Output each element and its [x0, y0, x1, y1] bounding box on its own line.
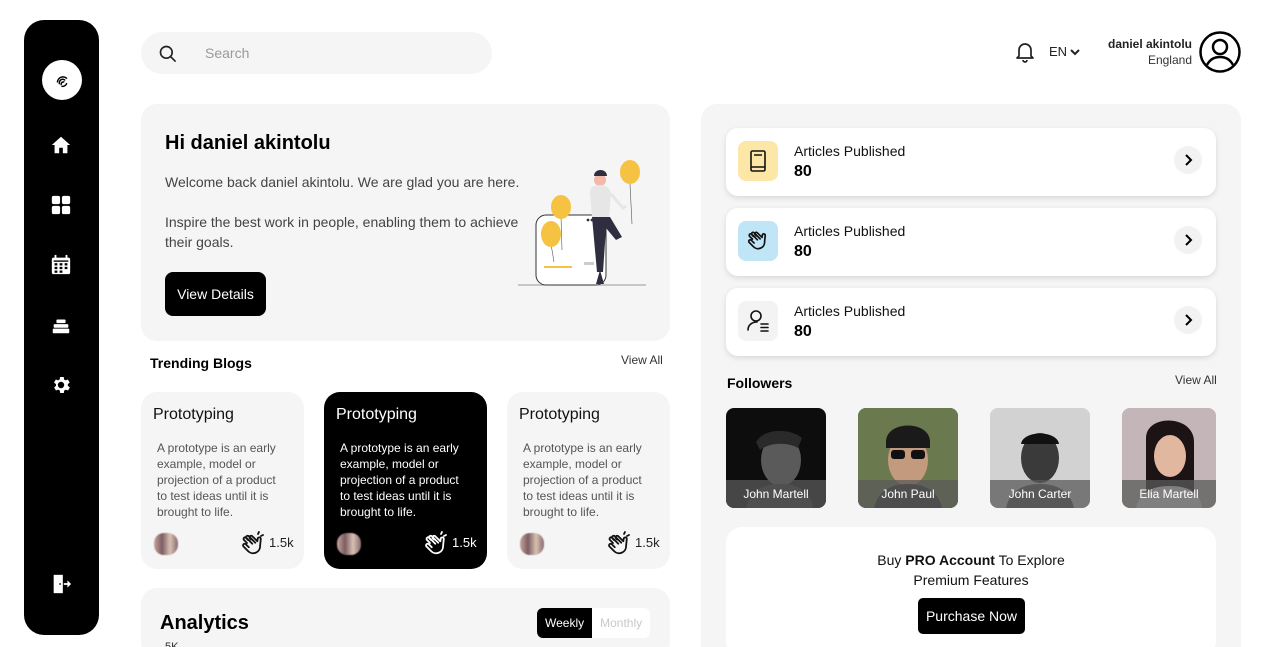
clap-count: 1.5k	[269, 535, 294, 550]
calendar-icon	[51, 254, 71, 275]
followers-title: Followers	[727, 375, 793, 391]
stat-icon-box	[738, 221, 778, 261]
sidebar-item-archive[interactable]	[49, 313, 73, 337]
fingerprint-logo-icon	[56, 76, 68, 88]
logo[interactable]	[42, 60, 82, 100]
pro-promo-headline: Buy PRO Account To Explore	[726, 552, 1216, 568]
stat-label: Articles Published	[794, 223, 906, 239]
welcome-tagline: Inspire the best work in people, enablin…	[165, 214, 519, 250]
book-icon	[750, 150, 766, 172]
y-axis-label: 5K	[165, 641, 179, 647]
chevron-right-icon[interactable]	[1174, 226, 1202, 254]
reader-avatars	[154, 533, 178, 555]
trending-view-all-link[interactable]: View All	[621, 353, 663, 367]
gear-icon	[54, 377, 70, 393]
blog-title: Prototyping	[519, 406, 600, 423]
celebration-illustration	[518, 160, 646, 286]
follower-name: John Paul	[858, 480, 958, 508]
blog-excerpt: A prototype is an early example, model o…	[523, 441, 642, 519]
follower-name: Elia Martell	[1122, 480, 1216, 508]
search-bar	[141, 32, 492, 74]
sidebar-item-calendar[interactable]	[49, 253, 73, 277]
clap-icon[interactable]	[605, 531, 633, 559]
pro-promo-subline: Premium Features	[913, 572, 1029, 588]
analytics-card: Analytics Weekly Monthly 5K	[141, 588, 670, 647]
chevron-down-icon	[1070, 48, 1080, 55]
analytics-title: Analytics	[160, 612, 249, 634]
sidebar-item-settings[interactable]	[49, 373, 73, 397]
pro-account-label: PRO Account	[905, 552, 995, 568]
stack-icon	[52, 319, 70, 334]
search-input[interactable]	[205, 32, 475, 74]
reader-avatars	[337, 533, 361, 555]
chevron-right-icon[interactable]	[1174, 306, 1202, 334]
user-name: daniel akintolu	[1107, 37, 1192, 51]
follower-card[interactable]: John Carter	[990, 408, 1090, 508]
follower-card[interactable]: John Martell	[726, 408, 826, 508]
stat-icon-box	[738, 141, 778, 181]
user-location: England	[1147, 53, 1192, 67]
blog-excerpt: A prototype is an early example, model o…	[157, 441, 276, 519]
user-list-icon	[747, 310, 769, 332]
home-icon	[51, 136, 71, 154]
blog-card[interactable]: Prototyping A prototype is an early exam…	[324, 392, 487, 569]
monthly-tab[interactable]: Monthly	[592, 608, 650, 638]
blog-title: Prototyping	[336, 406, 417, 423]
language-label: EN	[1049, 44, 1068, 59]
user-avatar-icon[interactable]	[1199, 31, 1241, 73]
followers-view-all-link[interactable]: View All	[1175, 373, 1217, 387]
chevron-right-icon[interactable]	[1174, 146, 1202, 174]
view-details-button[interactable]: View Details	[165, 272, 266, 316]
stat-card[interactable]: Articles Published 80	[726, 128, 1216, 196]
search-icon[interactable]	[158, 44, 178, 64]
welcome-title: Hi daniel akintolu	[165, 132, 331, 154]
bell-icon[interactable]	[1013, 40, 1037, 64]
clap-count: 1.5k	[635, 535, 660, 550]
stat-value: 80	[794, 323, 812, 340]
logout-icon	[53, 574, 72, 594]
welcome-message: Welcome back daniel akintolu. We are gla…	[165, 174, 520, 190]
sidebar-item-home[interactable]	[49, 133, 73, 157]
blog-card[interactable]: Prototyping A prototype is an early exam…	[507, 392, 670, 569]
sidebar-item-logout[interactable]	[49, 572, 73, 596]
clap-count: 1.5k	[452, 535, 477, 550]
trending-blogs-title: Trending Blogs	[150, 355, 252, 371]
pro-suffix: To Explore	[998, 552, 1065, 568]
welcome-card: Hi daniel akintolu Welcome back daniel a…	[141, 104, 670, 341]
grid-icon	[51, 195, 71, 215]
follower-name: John Martell	[726, 480, 826, 508]
reader-avatars	[520, 533, 544, 555]
period-toggle: Weekly Monthly	[537, 608, 651, 638]
follower-card[interactable]: Elia Martell	[1122, 408, 1216, 508]
blog-excerpt: A prototype is an early example, model o…	[340, 441, 459, 519]
stat-card[interactable]: Articles Published 80	[726, 208, 1216, 276]
purchase-now-button[interactable]: Purchase Now	[918, 598, 1025, 634]
stat-icon-box	[738, 301, 778, 341]
sidebar-item-dashboard[interactable]	[49, 193, 73, 217]
blog-title: Prototyping	[153, 406, 234, 423]
stat-value: 80	[794, 163, 812, 180]
stat-card[interactable]: Articles Published 80	[726, 288, 1216, 356]
blog-card[interactable]: Prototyping A prototype is an early exam…	[141, 392, 304, 569]
pro-prefix: Buy	[877, 552, 902, 568]
follower-name: John Carter	[990, 480, 1090, 508]
stat-label: Articles Published	[794, 303, 906, 319]
clap-icon	[747, 231, 767, 250]
pro-promo-card: Buy PRO Account To Explore Premium Featu…	[726, 527, 1216, 647]
clap-icon[interactable]	[422, 531, 450, 559]
stat-label: Articles Published	[794, 143, 906, 159]
clap-icon[interactable]	[239, 531, 267, 559]
language-selector[interactable]: EN	[1049, 44, 1080, 59]
stat-value: 80	[794, 243, 812, 260]
follower-card[interactable]: John Paul	[858, 408, 958, 508]
sidebar	[24, 20, 99, 635]
weekly-tab[interactable]: Weekly	[537, 608, 593, 638]
